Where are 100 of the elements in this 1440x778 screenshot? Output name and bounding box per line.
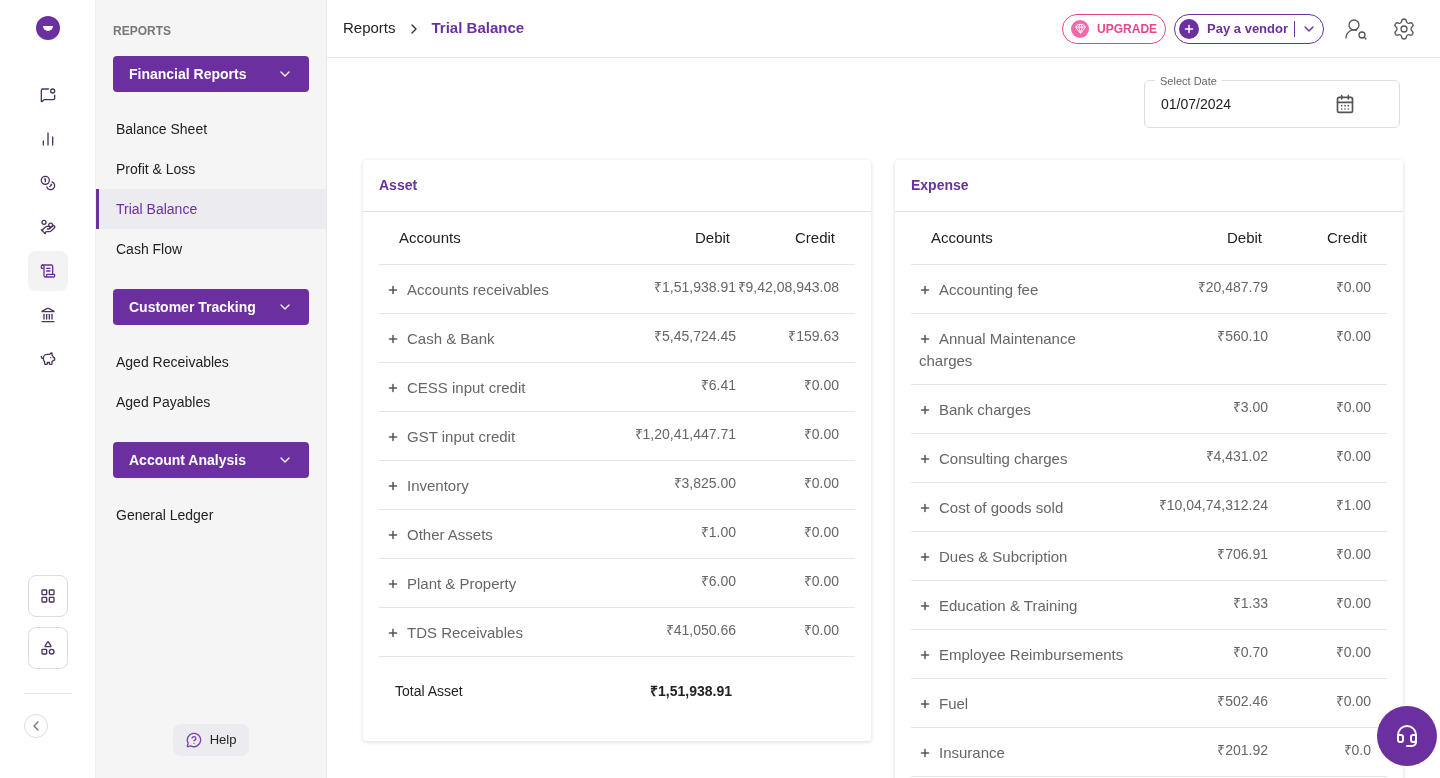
breadcrumb-current: Trial Balance <box>431 18 525 39</box>
debit-amount: ₹4,431.02 <box>1205 448 1268 464</box>
headset-icon <box>1395 724 1419 748</box>
credit-amount: ₹0.00 <box>1335 693 1371 709</box>
debit-amount: ₹6.00 <box>700 573 736 589</box>
column-header: Debit <box>1226 228 1262 246</box>
debit-amount: ₹5,45,724.45 <box>654 328 736 344</box>
account-name[interactable]: Accounts receivables <box>387 279 595 301</box>
expand-icon[interactable] <box>387 480 399 492</box>
debit-amount: ₹1.00 <box>700 524 736 540</box>
app-button[interactable] <box>27 627 68 669</box>
credit-amount: ₹0.0 <box>1343 742 1371 758</box>
expand-icon[interactable] <box>919 284 931 296</box>
credit-amount: ₹0.00 <box>1335 644 1371 660</box>
debit-amount: ₹3.00 <box>1232 399 1268 415</box>
section-header[interactable]: Financial Reports <box>113 56 309 92</box>
credit-amount: ₹0.00 <box>803 622 839 638</box>
breadcrumb-link[interactable]: Reports <box>343 17 396 40</box>
expand-icon[interactable] <box>387 578 399 590</box>
settings-icon[interactable] <box>1392 16 1416 41</box>
account-name[interactable]: Cash & Bank <box>387 328 595 350</box>
credit-amount: ₹9,42,08,943.08 <box>737 279 839 295</box>
help-icon <box>185 732 202 748</box>
debit-amount: ₹10,04,74,312.24 <box>1158 497 1268 513</box>
sidebar-item[interactable]: Cash Flow <box>96 229 326 269</box>
logo-icon[interactable] <box>35 16 60 40</box>
expand-icon[interactable] <box>919 404 931 416</box>
expand-icon[interactable] <box>919 747 931 759</box>
account-name[interactable]: Other Assets <box>387 524 595 546</box>
expand-icon[interactable] <box>919 453 931 465</box>
credit-amount: ₹0.00 <box>803 524 839 540</box>
account-name[interactable]: Education & Training <box>919 595 1127 617</box>
piggy-bank-icon <box>39 351 56 367</box>
credit-amount: ₹0.00 <box>803 475 839 491</box>
account-name[interactable]: Bank charges <box>919 399 1127 421</box>
expand-icon[interactable] <box>387 627 399 639</box>
sidebar-item[interactable]: Balance Sheet <box>96 109 326 149</box>
expand-icon[interactable] <box>387 284 399 296</box>
expand-icon[interactable] <box>387 333 399 345</box>
expand-icon[interactable] <box>919 600 931 612</box>
debit-amount: ₹3,825.00 <box>673 475 736 491</box>
user-icon[interactable] <box>1344 16 1368 41</box>
account-name[interactable]: Employee Reimbursements <box>919 644 1127 666</box>
expand-icon[interactable] <box>387 431 399 443</box>
expand-icon[interactable] <box>919 502 931 514</box>
expand-icon[interactable] <box>919 551 931 563</box>
debit-amount: ₹41,050.66 <box>665 622 736 638</box>
expand-icon[interactable] <box>919 333 931 345</box>
account-name[interactable]: Annual Maintenance charges <box>919 328 1127 372</box>
column-header: Credit <box>795 228 835 246</box>
expand-icon[interactable] <box>919 698 931 710</box>
plus-icon <box>1179 18 1200 39</box>
calendar-icon[interactable] <box>1335 94 1355 114</box>
total-debit: ₹1,51,938.91 <box>650 682 732 699</box>
section-header[interactable]: Customer Tracking <box>113 289 309 325</box>
card-title: Asset <box>379 176 418 195</box>
credit-amount: ₹0.00 <box>1335 279 1371 295</box>
credit-amount: ₹0.00 <box>1335 399 1371 415</box>
debit-amount: ₹201.92 <box>1217 742 1268 758</box>
gem-icon <box>1071 19 1090 38</box>
support-button[interactable] <box>1377 706 1437 766</box>
sidebar-item[interactable]: Profit & Loss <box>96 149 326 189</box>
account-name[interactable]: Plant & Property <box>387 573 595 595</box>
nav-button[interactable] <box>27 251 68 291</box>
column-header: Accounts <box>931 228 993 246</box>
account-name[interactable]: CESS input credit <box>387 377 595 399</box>
section-header[interactable]: Account Analysis <box>113 442 309 478</box>
account-name[interactable]: Inventory <box>387 475 595 497</box>
grid-icon <box>39 588 56 604</box>
debit-amount: ₹0.70 <box>1232 644 1268 660</box>
debit-amount: ₹1,20,41,447.71 <box>634 426 736 442</box>
debit-amount: ₹20,487.79 <box>1197 279 1268 295</box>
account-name[interactable]: Insurance <box>919 742 1127 764</box>
credit-amount: ₹0.00 <box>803 426 839 442</box>
account-name[interactable]: Consulting charges <box>919 448 1127 470</box>
account-name[interactable]: Accounting fee <box>919 279 1127 301</box>
bank-icon <box>39 307 56 323</box>
sidebar-item[interactable]: Trial Balance <box>96 189 326 229</box>
debit-amount: ₹560.10 <box>1217 328 1268 344</box>
app-button[interactable] <box>27 575 68 617</box>
total-label: Total Asset <box>395 682 463 699</box>
debit-amount: ₹1.33 <box>1232 595 1268 611</box>
expand-icon[interactable] <box>387 382 399 394</box>
column-header: Credit <box>1327 228 1367 246</box>
sidebar-item[interactable]: General Ledger <box>96 495 326 535</box>
account-name[interactable]: GST input credit <box>387 426 595 448</box>
account-name[interactable]: Fuel <box>919 693 1127 715</box>
expand-icon[interactable] <box>919 649 931 661</box>
credit-amount: ₹0.00 <box>1335 328 1371 344</box>
sidebar-item[interactable]: Aged Payables <box>96 382 326 422</box>
hand-coins-icon <box>39 219 56 235</box>
column-header: Debit <box>694 228 730 246</box>
debit-amount: ₹6.41 <box>700 377 736 393</box>
account-name[interactable]: TDS Receivables <box>387 622 595 644</box>
help-button[interactable]: Help <box>172 724 250 756</box>
sidebar-item[interactable]: Aged Receivables <box>96 342 326 382</box>
account-name[interactable]: Dues & Subcription <box>919 546 1127 568</box>
account-name[interactable]: Cost of goods sold <box>919 497 1127 519</box>
expand-icon[interactable] <box>387 529 399 541</box>
debit-amount: ₹1,51,938.91 <box>654 279 736 295</box>
